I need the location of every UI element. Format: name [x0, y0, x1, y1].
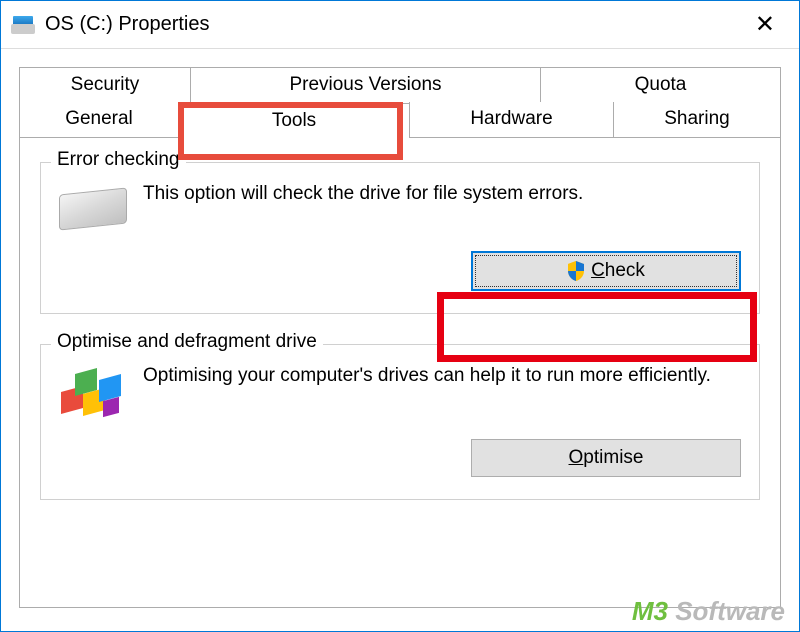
defrag-icon — [59, 363, 127, 417]
optimise-legend: Optimise and defragment drive — [51, 331, 323, 353]
error-checking-text: This option will check the drive for fil… — [143, 181, 741, 207]
window-title: OS (C:) Properties — [45, 13, 209, 36]
tab-hardware[interactable]: Hardware — [409, 102, 614, 138]
drive-large-icon — [59, 185, 127, 229]
check-button[interactable]: Check — [471, 251, 741, 291]
titlebar: OS (C:) Properties ✕ — [1, 1, 799, 49]
tools-panel: Error checking This option will check th… — [19, 138, 781, 608]
tab-sharing[interactable]: Sharing — [614, 102, 781, 138]
optimise-button-label: Optimise — [569, 447, 644, 469]
shield-icon — [567, 261, 585, 281]
watermark-suffix: Software — [668, 596, 785, 626]
drive-icon — [11, 16, 35, 34]
optimise-button[interactable]: Optimise — [471, 439, 741, 477]
properties-dialog: OS (C:) Properties ✕ Security Previous V… — [0, 0, 800, 632]
watermark-prefix: M3 — [632, 596, 668, 626]
error-checking-legend: Error checking — [51, 149, 186, 171]
tab-tools[interactable]: Tools — [179, 103, 409, 139]
tab-general[interactable]: General — [19, 102, 179, 138]
tab-previous-versions[interactable]: Previous Versions — [191, 67, 541, 102]
close-icon[interactable]: ✕ — [741, 10, 789, 39]
optimise-text: Optimising your computer's drives can he… — [143, 363, 741, 389]
watermark: M3 Software — [632, 596, 785, 627]
tab-security[interactable]: Security — [19, 67, 191, 102]
tab-strip: Security Previous Versions Quota General… — [1, 49, 799, 138]
error-checking-group: Error checking This option will check th… — [40, 162, 760, 314]
check-button-label: Check — [591, 260, 645, 282]
optimise-group: Optimise and defragment drive Optimising… — [40, 344, 760, 500]
tab-quota[interactable]: Quota — [541, 67, 781, 102]
